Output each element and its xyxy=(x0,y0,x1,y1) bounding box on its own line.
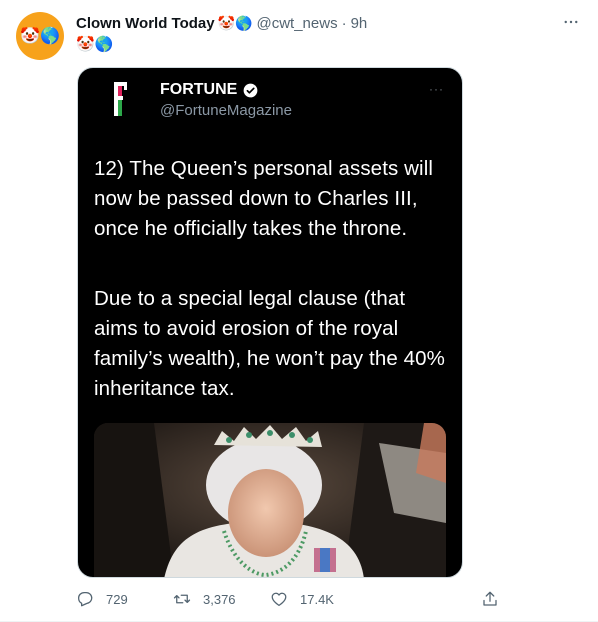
more-options-icon[interactable] xyxy=(560,11,582,33)
user-handle[interactable]: @cwt_news xyxy=(256,15,337,32)
avatar[interactable]: 🤡🌎 xyxy=(16,12,64,60)
avatar-emoji: 🤡🌎 xyxy=(20,28,60,45)
share-button[interactable] xyxy=(481,590,499,608)
heart-icon xyxy=(271,592,287,607)
display-name[interactable]: Clown World Today xyxy=(76,15,215,32)
like-count: 17.4K xyxy=(300,591,334,607)
source-name: FORTUNE xyxy=(160,81,258,99)
retweet-count: 3,376 xyxy=(203,591,236,607)
retweet-icon xyxy=(173,594,191,604)
media-paragraph-2: Due to a special legal clause (that aims… xyxy=(94,287,445,400)
tweet[interactable]: 🤡🌎 Clown World Today 🤡🌎 @cwt_news · 9h 🤡… xyxy=(0,0,598,622)
verified-badge-icon xyxy=(243,83,258,97)
action-bar: 729 3,376 17.4K xyxy=(76,590,508,610)
like-button[interactable]: 17.4K xyxy=(270,590,334,608)
media-paragraph-1: 12) The Queen’s personal assets will now… xyxy=(94,157,433,240)
name-emoji: 🤡🌎 xyxy=(217,14,253,31)
timestamp[interactable]: 9h xyxy=(351,15,368,32)
reply-icon xyxy=(77,591,93,607)
source-more-icon: ··· xyxy=(429,82,444,96)
source-handle: @FortuneMagazine xyxy=(160,102,292,119)
source-name-text: FORTUNE xyxy=(160,81,238,98)
tweet-text: 🤡🌎 xyxy=(76,36,114,53)
reply-button[interactable]: 729 xyxy=(76,590,128,608)
share-icon xyxy=(483,591,497,606)
tweet-header: Clown World Today 🤡🌎 @cwt_news · 9h xyxy=(76,13,582,33)
fortune-logo-icon xyxy=(114,82,127,116)
media-image[interactable]: FORTUNE @FortuneMagazine ··· 12) The Que… xyxy=(77,67,463,578)
queen-photo xyxy=(94,423,446,577)
retweet-button[interactable]: 3,376 xyxy=(173,590,236,608)
separator-dot: · xyxy=(341,14,347,32)
reply-count: 729 xyxy=(106,591,128,607)
